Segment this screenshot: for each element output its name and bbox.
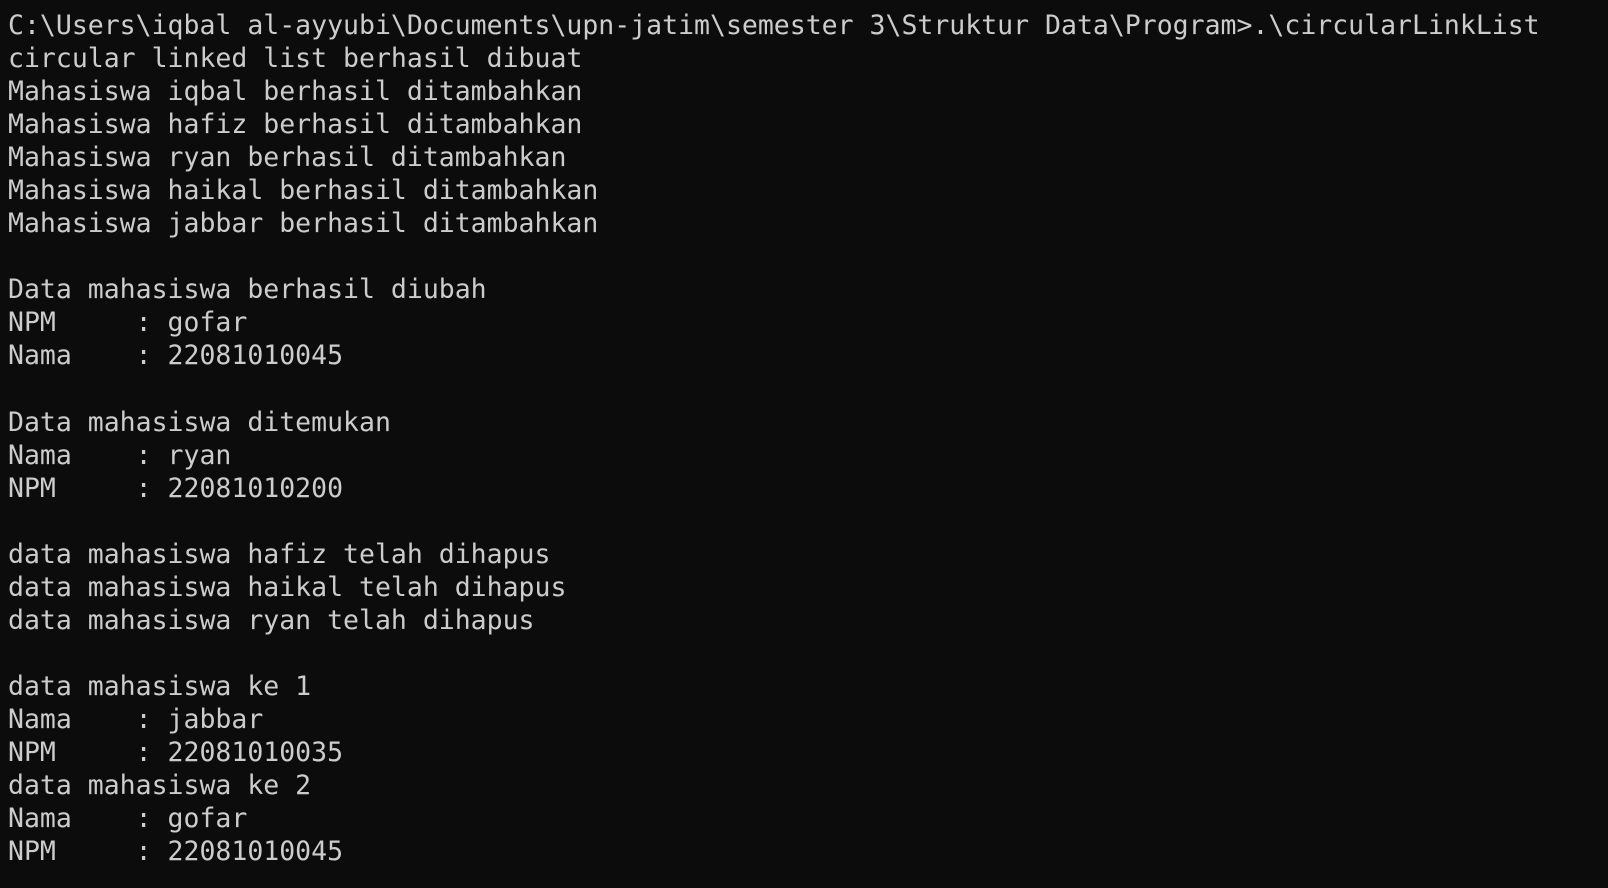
output-line-record-npm: NPM : 22081010035: [8, 737, 344, 769]
output-line-added: Mahasiswa hafiz berhasil ditambahkan: [8, 109, 583, 141]
output-line-deleted: data mahasiswa haikal telah dihapus: [8, 571, 567, 603]
output-line-added: Mahasiswa haikal berhasil ditambahkan: [8, 175, 599, 207]
output-line-update-npm: NPM : gofar: [8, 307, 248, 339]
output-line-added: Mahasiswa iqbal berhasil ditambahkan: [8, 76, 583, 108]
output-line-record-header: data mahasiswa ke 1: [8, 670, 312, 702]
output-line-created: circular linked list berhasil dibuat: [8, 43, 583, 75]
output-line-search-nama: Nama : ryan: [8, 439, 232, 471]
terminal-window[interactable]: C:\Users\iqbal al-ayyubi\Documents\upn-j…: [0, 0, 1608, 888]
prompt-path: C:\Users\iqbal al-ayyubi\Documents\upn-j…: [8, 10, 1253, 41]
command-prompt-line: C:\Users\iqbal al-ayyubi\Documents\upn-j…: [8, 9, 1608, 42]
output-line-deleted: data mahasiswa ryan telah dihapus: [8, 604, 535, 636]
output-line-search-npm: NPM : 22081010200: [8, 472, 344, 504]
output-line-record-npm: NPM : 22081010045: [8, 836, 344, 868]
output-line-update-message: Data mahasiswa berhasil diubah: [8, 274, 487, 306]
output-line-update-nama: Nama : 22081010045: [8, 340, 344, 372]
output-line-search-message: Data mahasiswa ditemukan: [8, 406, 391, 438]
command-text: .\circularLinkList: [1252, 10, 1540, 41]
output-line-record-nama: Nama : jabbar: [8, 703, 264, 735]
output-line-record-header: data mahasiswa ke 2: [8, 770, 312, 802]
output-line-added: Mahasiswa ryan berhasil ditambahkan: [8, 142, 567, 174]
output-line-deleted: data mahasiswa hafiz telah dihapus: [8, 538, 551, 570]
output-line-added: Mahasiswa jabbar berhasil ditambahkan: [8, 208, 599, 240]
output-line-record-nama: Nama : gofar: [8, 803, 248, 835]
